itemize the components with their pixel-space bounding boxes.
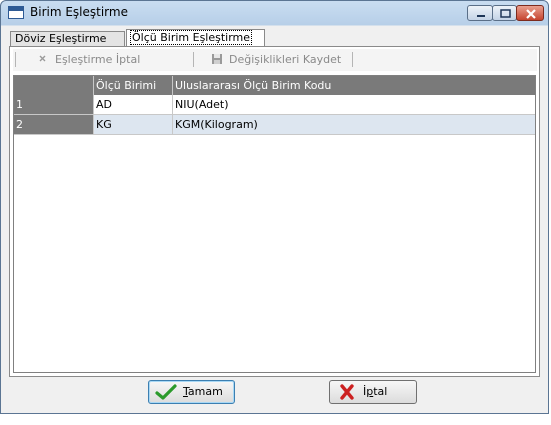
dialog-body: Döviz Eşleştirme Ölçü Birim Eşleştirme E… [9,29,540,407]
save-changes-label: Değişiklikleri Kaydet [229,53,342,66]
floppy-disk-icon [212,54,222,64]
tab-unit-matching[interactable]: Ölçü Birim Eşleştirme [126,29,265,47]
ok-label-rest: amam [187,385,223,398]
toolbar-separator [193,52,194,67]
cancel-match-button[interactable]: Eşleştirme İptal [37,52,140,68]
save-changes-button[interactable]: Değişiklikleri Kaydet [211,52,341,68]
close-button[interactable] [516,5,544,21]
cell-unit[interactable]: AD [93,95,172,115]
maximize-icon [500,9,511,18]
grid-header-row: Ölçü Birimi Uluslararası Ölçü Birim Kodu [14,76,535,95]
red-x-icon [340,384,354,400]
cancel-button[interactable]: İptal [329,380,417,404]
cancel-label-rest: tal [373,385,388,398]
column-header-unit[interactable]: Ölçü Birimi [93,76,172,95]
table-row[interactable]: 1 AD NIU(Adet) [14,95,535,115]
maximize-button[interactable] [492,5,517,21]
ok-label: Tamam [183,381,223,403]
table-row[interactable]: 2 KG KGM(Kilogram) [14,115,535,135]
cancel-label: İptal [363,381,387,403]
window-title: Birim Eşleştirme [30,5,128,19]
toolbar-separator [352,52,353,67]
x-icon [39,55,46,62]
title-bar[interactable]: Birim Eşleştirme [1,1,548,25]
unit-matching-grid[interactable]: Ölçü Birimi Uluslararası Ölçü Birim Kodu… [13,75,536,373]
minimize-icon [477,15,485,17]
cell-unit[interactable]: KG [93,115,172,135]
tab-panel: Eşleştirme İptal Değişiklikleri Kaydet Ö… [9,46,540,377]
row-header[interactable]: 2 [14,115,93,135]
toolbar-separator [15,52,16,67]
app-icon [8,6,24,19]
tab-strip: Döviz Eşleştirme Ölçü Birim Eşleştirme [9,29,540,47]
tab-unit-matching-label: Ölçü Birim Eşleştirme [129,30,253,45]
toolbar: Eşleştirme İptal Değişiklikleri Kaydet [13,49,537,71]
row-header[interactable]: 1 [14,95,93,115]
minimize-button[interactable] [467,5,493,21]
column-header-international-code[interactable]: Uluslararası Ölçü Birim Kodu [172,76,535,95]
button-bar: Tamam İptal [9,377,540,407]
cancel-match-label: Eşleştirme İptal [55,53,141,66]
grid-header-corner [14,76,93,95]
dialog-window: Birim Eşleştirme Döviz Eşleştirme Ölçü B… [0,0,549,414]
close-icon [526,9,536,19]
cell-international-code[interactable]: NIU(Adet) [172,95,535,115]
cell-international-code[interactable]: KGM(Kilogram) [172,115,535,135]
tab-currency-matching[interactable]: Döviz Eşleştirme [10,31,125,46]
checkmark-icon [155,384,177,400]
ok-button[interactable]: Tamam [148,380,235,404]
